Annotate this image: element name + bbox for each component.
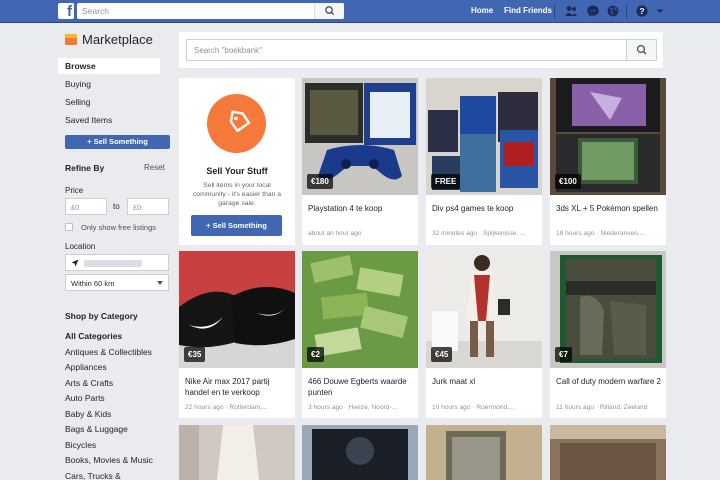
radius-select[interactable]: Within 60 km: [65, 274, 169, 291]
marketplace-header: Marketplace: [65, 32, 185, 50]
listing-card[interactable]: [179, 425, 295, 480]
sell-card-title: Sell Your Stuff: [206, 166, 268, 176]
price-tag-icon: [207, 94, 266, 153]
listing-card[interactable]: [302, 425, 418, 480]
sell-card-sell-something-button[interactable]: + Sell Something: [191, 215, 282, 236]
category-books-movies-music[interactable]: Books, Movies & Music: [65, 455, 153, 465]
listing-card[interactable]: €45 Jurk maat xl 10 hours ago · Roermond…: [426, 251, 542, 418]
location-label: Location: [65, 242, 96, 251]
messenger-icon[interactable]: [586, 4, 600, 18]
help-icon[interactable]: ?: [635, 4, 649, 18]
find-friends-link[interactable]: Find Friends: [504, 6, 552, 15]
category-antiques[interactable]: Antiques & Collectibles: [65, 347, 152, 357]
notifications-globe-icon[interactable]: [606, 4, 620, 18]
listing-price: €45: [431, 347, 453, 362]
marketplace-shop-icon: [65, 34, 77, 45]
listing-card[interactable]: [426, 425, 542, 480]
listing-card[interactable]: €35 Nike Air max 2017 partij handel en t…: [179, 251, 295, 418]
search-icon: [325, 6, 335, 16]
category-auto-parts[interactable]: Auto Parts: [65, 393, 105, 403]
marketplace-search-placeholder: Search "boekbank": [194, 46, 262, 55]
marketplace-search-bar: Search "boekbank": [179, 32, 663, 68]
location-arrow-icon: [71, 259, 79, 267]
shop-by-category-heading: Shop by Category: [65, 311, 138, 321]
free-listings-label: Only show free listings: [81, 223, 157, 232]
divider: [554, 5, 555, 18]
listing-meta: 22 hours ago · Rotterdam,...: [185, 404, 268, 411]
radius-select-value: Within 60 km: [71, 279, 115, 288]
listing-meta: 18 hours ago · Niederanven,...: [556, 230, 646, 237]
listing-meta: about an hour ago: [308, 230, 362, 237]
listing-photo: [179, 425, 295, 480]
listing-title: 3ds XL + 5 Pokémon spellen: [556, 204, 658, 213]
top-navigation-bar: f Search Home Find Friends ?: [0, 0, 720, 23]
price-label: Price: [65, 186, 84, 195]
free-listings-checkbox[interactable]: [65, 223, 73, 231]
category-all[interactable]: All Categories: [65, 331, 122, 341]
divider: [626, 5, 627, 18]
listing-meta: 11 hours ago · Rilland, Zeeland: [556, 404, 648, 411]
listing-card[interactable]: FREE Div ps4 games te koop 32 minutes ag…: [426, 78, 542, 245]
top-search-button[interactable]: [314, 3, 344, 19]
sidebar-item-buying[interactable]: Buying: [58, 76, 160, 92]
account-menu-chevron-down-icon[interactable]: [653, 4, 667, 18]
category-cars-trucks[interactable]: Cars, Trucks &: [65, 471, 121, 480]
listing-title: Nike Air max 2017 partij handel en te ve…: [185, 377, 270, 397]
listing-title: 466 Douwe Egberts waarde punten: [308, 377, 407, 397]
sell-card-description: Sell items in your local community - it'…: [192, 182, 282, 207]
listing-photo: [302, 425, 418, 480]
listing-price: €35: [184, 347, 206, 362]
sell-your-stuff-card: Sell Your Stuff Sell items in your local…: [179, 78, 295, 245]
home-link[interactable]: Home: [471, 6, 493, 15]
reset-filters-link[interactable]: Reset: [144, 163, 165, 172]
listing-card[interactable]: €2 466 Douwe Egberts waarde punten 3 hou…: [302, 251, 418, 418]
listing-price: €100: [555, 174, 581, 189]
sidebar-item-browse[interactable]: Browse: [58, 58, 160, 74]
listing-card[interactable]: €180 Playstation 4 te koop about an hour…: [302, 78, 418, 245]
svg-text:?: ?: [639, 6, 644, 16]
location-input[interactable]: [65, 254, 169, 271]
category-appliances[interactable]: Appliances: [65, 362, 107, 372]
refine-by-heading: Refine By: [65, 163, 105, 173]
listing-card[interactable]: €7 Call of duty modern warfare 2 11 hour…: [550, 251, 666, 418]
listing-price: FREE: [431, 174, 461, 189]
search-icon: [636, 44, 647, 55]
listing-photo: [426, 425, 542, 480]
blurred-location-value: [84, 260, 142, 267]
listing-price: €2: [307, 347, 324, 362]
listing-meta: 10 hours ago · Roermond,...: [432, 404, 515, 411]
marketplace-search-button[interactable]: [626, 40, 656, 60]
price-max-input[interactable]: £0: [127, 198, 169, 215]
listing-card[interactable]: [550, 425, 666, 480]
sidebar-sell-something-button[interactable]: + Sell Something: [65, 135, 170, 149]
listing-meta: 32 minutes ago · Spijkenisse, ...: [432, 230, 526, 237]
listing-photo: [550, 425, 666, 480]
listing-price: €180: [307, 174, 333, 189]
facebook-logo[interactable]: f: [58, 3, 74, 19]
marketplace-title: Marketplace: [82, 32, 153, 47]
sidebar-item-selling[interactable]: Selling: [58, 94, 160, 110]
listing-card[interactable]: €100 3ds XL + 5 Pokémon spellen 18 hours…: [550, 78, 666, 245]
listing-title: Div ps4 games te koop: [432, 204, 514, 213]
sidebar-item-saved-items[interactable]: Saved Items: [58, 112, 160, 128]
category-arts-crafts[interactable]: Arts & Crafts: [65, 378, 113, 388]
category-bicycles[interactable]: Bicycles: [65, 440, 96, 450]
chevron-down-icon: [157, 281, 163, 285]
listing-meta: 3 hours ago · Heeze, Noord-...: [308, 404, 398, 411]
top-search-placeholder: Search: [82, 6, 109, 16]
price-to-label: to: [113, 202, 120, 211]
top-search-field[interactable]: Search: [77, 3, 344, 19]
category-baby-kids[interactable]: Baby & Kids: [65, 409, 111, 419]
listing-title: Jurk maat xl: [432, 377, 476, 386]
listing-price: €7: [555, 347, 572, 362]
marketplace-search-input[interactable]: Search "boekbank": [186, 39, 657, 61]
price-min-input[interactable]: £0: [65, 198, 107, 215]
friend-requests-icon[interactable]: [564, 4, 578, 18]
listing-title: Playstation 4 te koop: [308, 204, 383, 213]
category-bags-luggage[interactable]: Bags & Luggage: [65, 424, 128, 434]
listing-title: Call of duty modern warfare 2: [556, 377, 661, 386]
